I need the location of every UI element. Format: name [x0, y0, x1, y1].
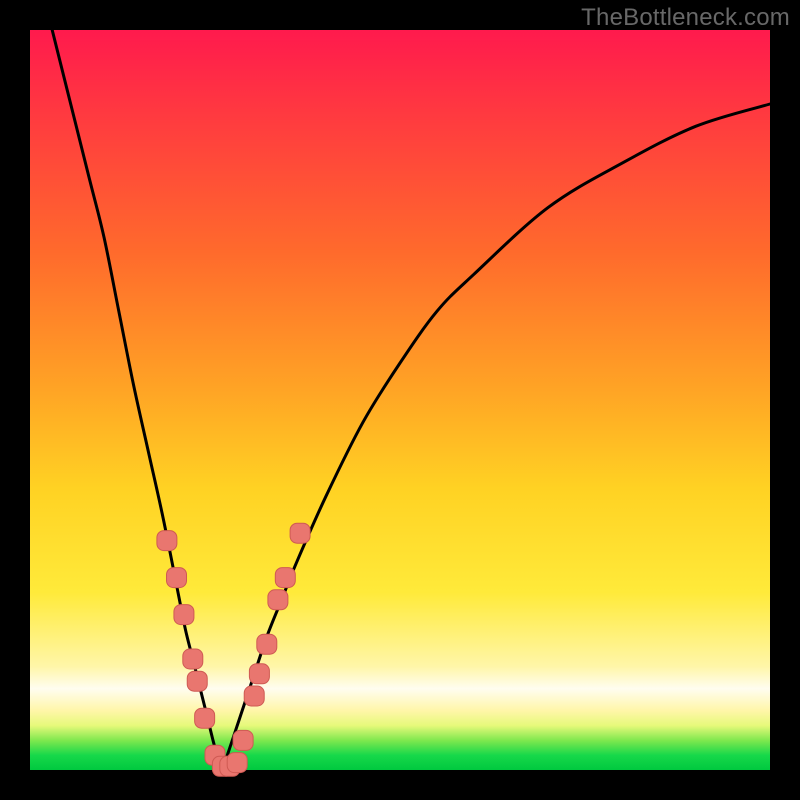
- plot-gradient-background: [30, 30, 770, 770]
- chart-container: TheBottleneck.com: [0, 0, 800, 800]
- watermark-label: TheBottleneck.com: [581, 4, 790, 32]
